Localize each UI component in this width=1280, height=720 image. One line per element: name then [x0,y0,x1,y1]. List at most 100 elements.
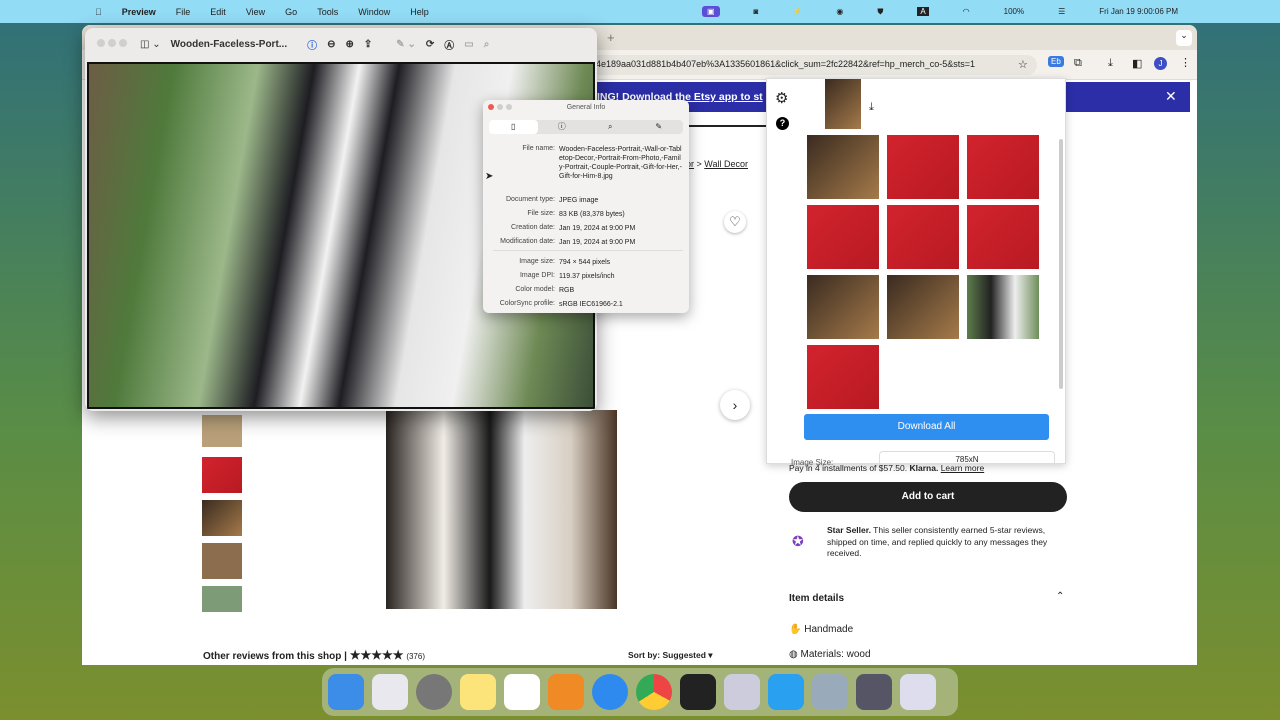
bolt-icon[interactable]: ⚡ [792,7,802,16]
image-thumbnail[interactable] [807,275,879,339]
menu-app[interactable]: Preview [122,7,156,17]
menu-view[interactable]: View [246,7,265,17]
tab-more-info-icon[interactable]: ⓘ [538,120,587,134]
system-settings-icon[interactable] [416,674,452,710]
reminders-icon[interactable] [504,674,540,710]
image-thumbnail[interactable] [807,205,879,269]
image-thumbnail[interactable] [967,275,1039,339]
next-image-button[interactable]: › [720,390,750,420]
info-tabs: ▯ ⓘ ⌕ ✎ [489,120,683,134]
signature-icon[interactable]: ▭ [464,39,473,50]
share-icon[interactable]: ⇪ [364,39,372,50]
menu-kebab-icon[interactable]: ⋮ [1180,56,1191,69]
apple-icon[interactable]:  [95,7,102,17]
shield-icon[interactable]: ⛊ [877,7,883,17]
menu-window[interactable]: Window [358,7,390,17]
notes-icon[interactable] [460,674,496,710]
collapse-chevron-icon[interactable]: ⌃ [1056,591,1064,602]
bolt-app-icon[interactable] [768,674,804,710]
record-icon[interactable]: ◉ [836,7,843,16]
download-icon[interactable]: ⤓ [1108,57,1113,70]
extensions-puzzle-icon[interactable]: ⧉ [1074,57,1082,70]
side-panel-icon[interactable]: ◧ [1132,57,1142,70]
tab-general-icon[interactable]: ▯ [489,120,538,134]
scrollbar[interactable] [1059,139,1063,389]
dock [322,668,958,716]
thumbnail[interactable] [202,586,242,612]
image-thumbnail[interactable] [887,275,959,339]
breadcrumb-wall-decor[interactable]: Wall Decor [704,159,748,169]
search-icon[interactable]: ⌕ [484,39,490,50]
info-row: ColorSync profile: sRGB IEC61966-2.1 [499,300,623,308]
annotate-icon[interactable]: Ⓐ [444,37,454,52]
bookmark-star-icon[interactable]: ☆ [1018,58,1028,71]
image-thumbnail[interactable] [825,79,861,129]
sort-dropdown[interactable]: Sort by: Suggested ▾ [628,650,713,661]
books-icon[interactable] [548,674,584,710]
keyboard-icon[interactable]: A [917,7,929,16]
finder-icon[interactable] [328,674,364,710]
breadcrumb: or > Wall Decor [686,159,748,169]
favorite-heart-button[interactable]: ♡ [724,211,746,233]
zoom-in-icon[interactable]: ⊕ [346,39,354,50]
thumbnail[interactable] [202,457,242,493]
main-product-image[interactable] [386,410,617,609]
trash-icon[interactable] [900,674,936,710]
settings-gear-icon[interactable]: ⚙ [775,89,788,107]
downloads-stack-icon[interactable] [856,674,892,710]
general-info-panel: General Info ▯ ⓘ ⌕ ✎ File name: Wooden-Fa… [483,100,689,313]
info-icon[interactable]: ⓘ [307,37,317,52]
tab-keywords-icon[interactable]: ⌕ [586,120,635,134]
materials-icon: ◍ [789,649,798,660]
preview-app-icon[interactable] [724,674,760,710]
wifi-icon[interactable]: ◠ [963,7,970,16]
menu-go[interactable]: Go [285,7,297,17]
image-thumbnail[interactable] [807,135,879,199]
detail-materials: ◍ Materials: wood [789,649,871,660]
download-all-button[interactable]: Download All [804,414,1049,440]
image-app-icon[interactable] [812,674,848,710]
thumbnail[interactable] [202,500,242,536]
control-center-icon[interactable]: ☰ [1058,7,1065,16]
image-thumbnail[interactable] [887,135,959,199]
sidebar-toggle-icon[interactable]: ◫ ⌄ [140,39,161,50]
clock[interactable]: Fri Jan 19 9:00:06 PM [1099,7,1178,16]
download-icon[interactable]: ⤓ [869,101,874,114]
help-icon[interactable]: ? [776,117,789,130]
rating-stars: ★★★★★ [349,648,404,662]
menu-help[interactable]: Help [410,7,429,17]
zoom-out-icon[interactable]: ⊖ [327,39,335,50]
info-row: Image size: 794 × 544 pixels [519,258,611,266]
camera-icon[interactable]: ◙ [754,7,759,16]
image-thumbnail[interactable] [967,135,1039,199]
chrome-icon[interactable] [636,674,672,710]
battery-percent[interactable]: 100% [1004,7,1024,16]
image-thumbnail[interactable] [887,205,959,269]
safari-icon[interactable] [592,674,628,710]
terminal-icon[interactable] [680,674,716,710]
address-bar[interactable]: 4e189aa031d881b4b407eb%3A1335601861&clic… [562,55,1037,75]
menu-tools[interactable]: Tools [317,7,338,17]
image-size-select[interactable]: 785xN [879,451,1055,465]
new-tab-button[interactable]: + [607,30,615,45]
screen-share-icon[interactable]: ▣ [701,6,720,17]
window-controls[interactable] [97,39,130,50]
rotate-icon[interactable]: ⟳ [426,39,434,50]
image-thumbnail[interactable] [807,345,879,409]
tab-search-chevron-icon[interactable]: ⌄ [1176,30,1192,46]
profile-avatar[interactable]: J [1154,57,1167,70]
item-details-heading[interactable]: Item details [789,593,844,604]
add-to-cart-button[interactable]: Add to cart [789,482,1067,512]
menu-file[interactable]: File [176,7,191,17]
mouse-cursor-icon: ➤ [485,171,494,182]
image-thumbnail[interactable] [967,205,1039,269]
close-banner-icon[interactable]: ✕ [1165,88,1177,105]
menu-edit[interactable]: Edit [210,7,226,17]
launchpad-icon[interactable] [372,674,408,710]
tab-annotations-icon[interactable]: ✎ [635,120,684,134]
star-seller-badge-icon: ✪ [792,533,804,549]
thumbnail[interactable] [202,543,242,579]
markup-pen-icon[interactable]: ✎ ⌄ [396,39,416,50]
thumbnail[interactable] [202,415,242,447]
extension-icon[interactable]: Eb [1048,56,1064,67]
